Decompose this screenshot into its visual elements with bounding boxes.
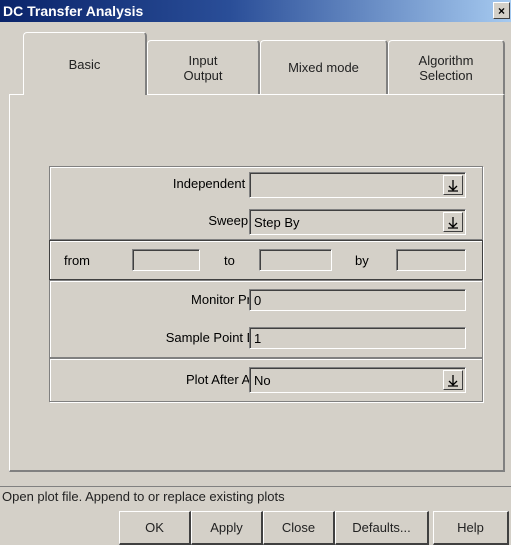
help-button[interactable]: Help xyxy=(433,511,509,545)
status-bar: Open plot file. Append to or replace exi… xyxy=(0,486,511,506)
window-title: DC Transfer Analysis xyxy=(3,3,144,19)
ok-button[interactable]: OK xyxy=(119,511,191,545)
progress-group: Monitor Progress 0 Sample Point Density … xyxy=(49,280,483,358)
dropdown-arrow-icon[interactable] xyxy=(443,370,463,390)
dropdown-arrow-icon[interactable] xyxy=(443,175,463,195)
from-input[interactable] xyxy=(132,249,200,271)
title-bar: DC Transfer Analysis × xyxy=(0,0,511,22)
defaults-button[interactable]: Defaults... xyxy=(335,511,429,545)
to-input[interactable] xyxy=(259,249,332,271)
tab-mixed-mode-label: Mixed mode xyxy=(288,60,359,75)
dropdown-arrow-icon[interactable] xyxy=(443,212,463,232)
plot-after-analysis-select[interactable]: No xyxy=(249,367,466,393)
to-label: to xyxy=(224,253,235,268)
tab-algorithm-selection-label: Algorithm Selection xyxy=(418,52,474,83)
tab-algorithm-selection[interactable]: Algorithm Selection xyxy=(388,40,505,94)
sweep-range-select[interactable]: Step By xyxy=(249,209,466,235)
close-icon[interactable]: × xyxy=(493,2,510,19)
tab-input-output[interactable]: Input Output xyxy=(147,40,260,94)
tab-basic-label: Basic xyxy=(68,56,101,72)
plot-group: Plot After Analysis No xyxy=(49,358,483,402)
source-group: Independent Source Sweep Range Step By xyxy=(49,166,483,240)
from-label: from xyxy=(64,253,90,268)
tab-mixed-mode[interactable]: Mixed mode xyxy=(260,40,388,94)
by-input[interactable] xyxy=(396,249,466,271)
status-text: Open plot file. Append to or replace exi… xyxy=(2,489,285,504)
tab-input-output-label: Input Output xyxy=(183,52,223,83)
monitor-progress-input[interactable]: 0 xyxy=(249,289,466,311)
tab-basic[interactable]: Basic xyxy=(23,32,147,95)
close-button[interactable]: Close xyxy=(263,511,335,545)
range-group: from to by xyxy=(49,240,483,280)
by-label: by xyxy=(355,253,369,268)
sample-point-density-input[interactable]: 1 xyxy=(249,327,466,349)
apply-button[interactable]: Apply xyxy=(191,511,263,545)
independent-source-select[interactable] xyxy=(249,172,466,198)
